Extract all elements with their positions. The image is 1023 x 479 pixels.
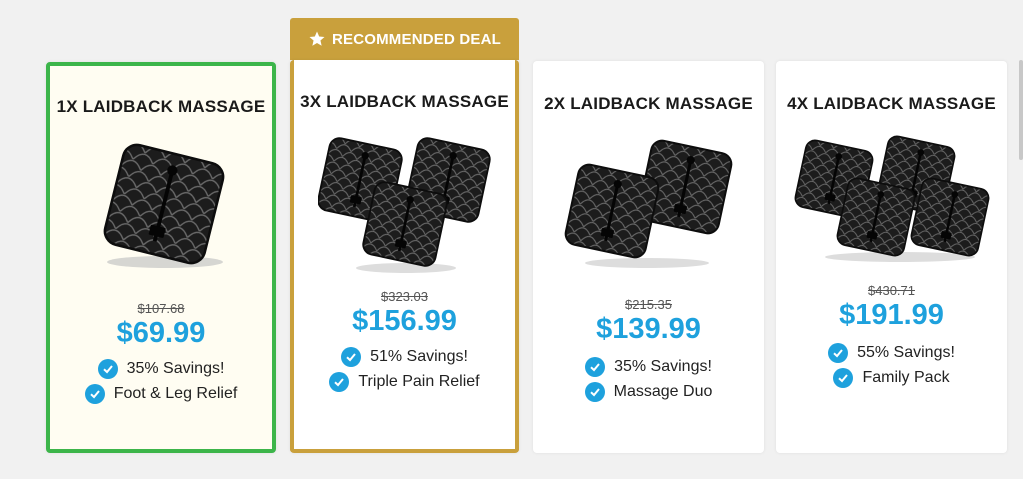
scrollbar[interactable]: [1019, 60, 1023, 160]
massager-pad-image: [557, 135, 737, 280]
check-circle-icon: [84, 384, 105, 404]
feature-label: Triple Pain Relief: [358, 373, 480, 390]
massager-pad-image: [790, 133, 995, 270]
check-circle-icon: [97, 359, 118, 379]
package-card-2x[interactable]: 2X LAIDBACK MASSAGE $215.35 $139.99 35% …: [533, 61, 764, 453]
package-card-1x[interactable]: 1X LAIDBACK MASSAGE $107.68 $69.99 35% S…: [46, 62, 276, 453]
package-card-3x[interactable]: 3X LAIDBACK MASSAGE $323.03 $156.99 51% …: [290, 60, 519, 453]
package-title: 2X LAIDBACK MASSAGE: [544, 94, 753, 113]
original-price: $323.03: [381, 289, 428, 304]
original-price: $430.71: [868, 283, 915, 298]
banner-label: RECOMMENDED DEAL: [331, 30, 502, 48]
check-circle-icon: [341, 347, 362, 367]
package-title: 4X LAIDBACK MASSAGE: [787, 94, 996, 113]
original-price: $215.35: [625, 297, 672, 312]
massager-pad-image: [90, 136, 240, 281]
feature-label: Foot & Leg Relief: [113, 385, 238, 402]
feature-benefit: Triple Pain Relief: [294, 372, 515, 392]
check-circle-icon: [833, 368, 854, 388]
feature-benefit: Foot & Leg Relief: [50, 384, 272, 404]
package-title: 1X LAIDBACK MASSAGE: [56, 97, 266, 116]
check-circle-icon: [329, 372, 350, 392]
feature-savings: 35% Savings!: [50, 359, 272, 379]
check-circle-icon: [828, 343, 849, 363]
feature-label: 55% Savings!: [857, 344, 955, 361]
sale-price: $139.99: [596, 313, 701, 345]
sale-price: $156.99: [352, 305, 457, 337]
feature-label: 35% Savings!: [126, 360, 225, 377]
massager-pad-image: [314, 134, 494, 281]
star-icon: [309, 31, 325, 46]
package-card-4x[interactable]: 4X LAIDBACK MASSAGE $430.71 $191.99 55% …: [776, 61, 1007, 453]
check-circle-icon: [585, 357, 606, 377]
feature-savings: 51% Savings!: [294, 347, 515, 367]
feature-label: 35% Savings!: [614, 358, 712, 375]
package-title: 3X LAIDBACK MASSAGE: [300, 92, 509, 111]
feature-label: Family Pack: [862, 369, 950, 386]
check-circle-icon: [584, 382, 605, 402]
feature-benefit: Massage Duo: [533, 382, 764, 402]
feature-label: Massage Duo: [613, 383, 713, 400]
feature-savings: 35% Savings!: [533, 357, 764, 377]
recommended-deal-banner: RECOMMENDED DEAL: [290, 18, 519, 60]
sale-price: $191.99: [839, 299, 944, 331]
sale-price: $69.99: [116, 317, 206, 349]
feature-label: 51% Savings!: [370, 348, 468, 365]
feature-savings: 55% Savings!: [776, 343, 1007, 363]
feature-benefit: Family Pack: [776, 368, 1007, 388]
original-price: $107.68: [137, 301, 185, 316]
